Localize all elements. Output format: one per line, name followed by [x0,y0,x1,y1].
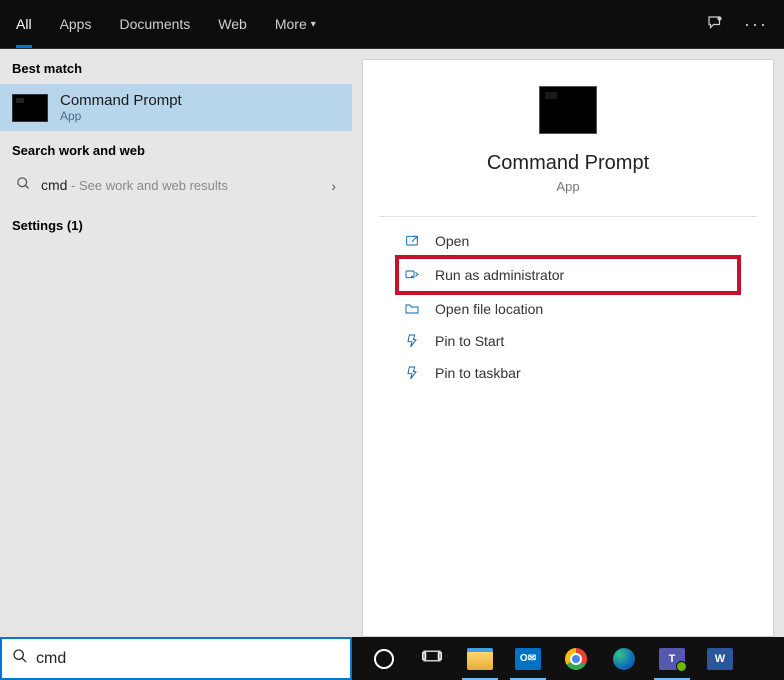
tab-apps[interactable]: Apps [60,0,92,48]
taskbar-teams[interactable]: T [650,637,694,680]
taskbar-edge[interactable] [602,637,646,680]
search-icon [16,176,31,196]
more-options-icon[interactable]: ··· [744,14,768,35]
taskbar-chrome[interactable] [554,637,598,680]
section-search-web: Search work and web [0,131,352,166]
section-best-match: Best match [0,49,352,84]
taskbar-file-explorer[interactable] [458,637,502,680]
pin-start-icon [403,333,421,349]
chrome-icon [565,648,587,670]
edge-icon [613,648,635,670]
chevron-down-icon: ▾ [311,19,316,30]
file-explorer-icon [467,648,493,670]
action-run-admin-label: Run as administrator [435,267,564,283]
results-column: Best match Command Prompt App Search wor… [0,49,352,637]
feedback-icon[interactable] [706,14,724,35]
best-match-title: Command Prompt [60,92,182,109]
search-filter-tabbar: All Apps Documents Web More ▾ ··· [0,0,784,49]
action-open-file-location[interactable]: Open file location [397,293,739,325]
action-pin-taskbar-label: Pin to taskbar [435,365,521,381]
action-pin-start-label: Pin to Start [435,333,504,349]
tab-more[interactable]: More ▾ [275,0,316,48]
taskbar-outlook[interactable]: O✉ [506,637,550,680]
tab-documents[interactable]: Documents [119,0,190,48]
shield-admin-icon [403,267,421,283]
outlook-icon: O✉ [515,648,541,670]
taskbar-word[interactable]: W [698,637,742,680]
task-view-button[interactable] [410,637,454,680]
preview-subtitle: App [556,179,579,194]
tab-all[interactable]: All [16,0,32,48]
web-search-term: cmd [41,177,67,193]
web-search-hint: - See work and web results [67,178,227,193]
search-box[interactable] [0,637,352,680]
best-match-result[interactable]: Command Prompt App [0,84,352,131]
search-web-result[interactable]: cmd - See work and web results › [0,166,352,206]
teams-icon: T [659,648,685,670]
best-match-subtitle: App [60,109,182,123]
tab-web[interactable]: Web [218,0,247,48]
action-open-label: Open [435,233,469,249]
open-icon [403,233,421,249]
preview-panel: Command Prompt App Open Run as adm [362,59,774,637]
task-view-icon [422,648,442,669]
taskbar: O✉ T W [352,637,784,680]
pin-taskbar-icon [403,365,421,381]
search-input[interactable] [36,650,340,668]
action-run-as-administrator[interactable]: Run as administrator [397,257,739,293]
action-open-location-label: Open file location [435,301,543,317]
preview-title: Command Prompt [487,152,649,175]
command-prompt-icon [12,94,48,122]
command-prompt-large-icon [539,86,597,134]
word-icon: W [707,648,733,670]
cortana-icon [374,649,394,669]
chevron-right-icon: › [331,178,336,194]
action-open[interactable]: Open [397,225,739,257]
action-pin-to-taskbar[interactable]: Pin to taskbar [397,357,739,389]
search-icon [12,648,28,669]
action-pin-to-start[interactable]: Pin to Start [397,325,739,357]
cortana-button[interactable] [362,637,406,680]
section-settings: Settings (1) [0,206,352,241]
folder-icon [403,301,421,317]
